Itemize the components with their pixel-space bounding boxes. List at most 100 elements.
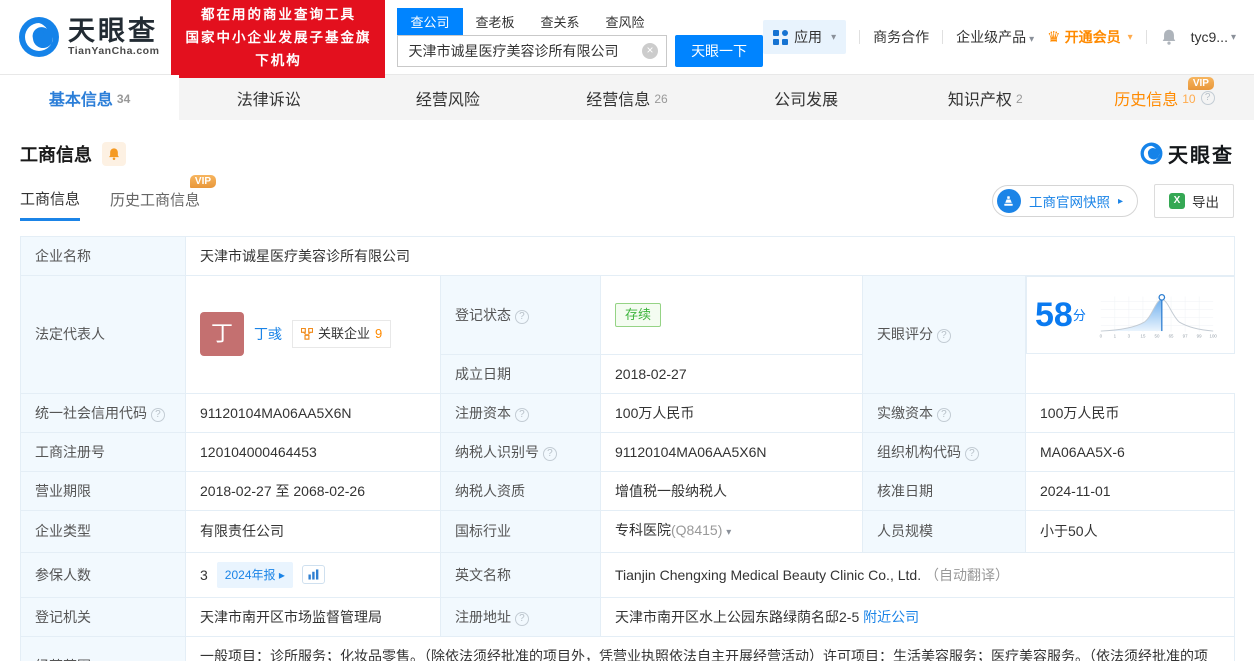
tianyancha-logo[interactable]: 天眼查 TianYanCha.com — [18, 16, 159, 58]
field-label: 纳税人资质 — [440, 470, 601, 511]
search-input[interactable] — [397, 34, 668, 67]
username: tyc9... — [1190, 29, 1228, 45]
tab-basic-info[interactable]: 基本信息 34 — [0, 75, 180, 120]
question-icon[interactable]: ? — [514, 309, 529, 324]
user-account-menu[interactable]: tyc9... ▾ — [1191, 29, 1236, 45]
arrow-right-icon: ▸ — [278, 567, 285, 582]
section-title: 工商信息 — [20, 144, 92, 165]
svg-text:100: 100 — [1209, 333, 1217, 338]
subtab-history-business-info[interactable]: VIP 历史工商信息 — [110, 175, 217, 219]
svg-text:1: 1 — [1113, 333, 1116, 338]
open-vip-button[interactable]: ♛ 开通会员 ▾ — [1047, 27, 1132, 47]
question-icon[interactable]: ? — [1200, 90, 1215, 105]
official-snapshot-button[interactable]: 工商官网快照 ▸ — [991, 185, 1138, 217]
nav-enterprise[interactable]: 企业级产品 ▾ — [956, 27, 1034, 47]
search-button[interactable]: 天眼一下 — [675, 34, 764, 67]
main-content: 工商信息 天眼查 工商信息 VIP 历史工商信息 工商官网快照 ▸ X 导出 企… — [0, 139, 1254, 661]
reg-capital-value: 100万人民币 — [600, 392, 863, 433]
chevron-down-icon[interactable]: ▾ — [726, 527, 731, 538]
chevron-down-icon: ▾ — [1127, 31, 1133, 43]
divider — [942, 30, 944, 44]
field-label: 注册地址 ? — [440, 596, 601, 637]
nav-cooperation[interactable]: 商务合作 — [873, 27, 929, 47]
vip-badge: VIP — [189, 175, 217, 188]
svg-text:65: 65 — [1168, 333, 1173, 338]
business-term-value: 2018-02-27 至 2068-02-26 — [185, 470, 441, 511]
divider — [859, 30, 861, 44]
org-code-value: MA06AA5X-6 — [1024, 431, 1236, 472]
apps-menu[interactable]: 应用 ▾ — [763, 20, 847, 54]
brand-slogan: 都在用的商业查询工具 国家中小企业发展子基金旗下机构 — [171, 0, 386, 78]
insured-count-cell: 3 2024年报 ▸ — [185, 551, 441, 598]
notification-bell-icon[interactable] — [1160, 28, 1178, 46]
field-label: 登记机关 — [20, 596, 186, 637]
field-label: 登记状态 ? — [440, 275, 601, 355]
tab-company-development[interactable]: 公司发展 — [717, 75, 896, 120]
insured-trend-button[interactable] — [301, 565, 325, 584]
search-tab-relation[interactable]: 查关系 — [528, 8, 593, 35]
bell-icon — [109, 147, 119, 160]
business-scope-value: 一般项目：诊所服务；化妆品零售。（除依法须经批准的项目外，凭营业执照依法自主开展… — [184, 635, 1236, 661]
question-icon[interactable]: ? — [514, 407, 529, 422]
field-label: 组织机构代码 ? — [862, 431, 1026, 472]
divider — [1145, 30, 1147, 44]
subscribe-bell-button[interactable] — [102, 141, 126, 166]
table-row: 法定代表人 丁 丁彧 关联企业 9 登记状态 ? 存续 天眼评分 ? 58分 0… — [20, 275, 1235, 394]
reg-status-value: 存续 — [600, 275, 863, 355]
subtab-business-info[interactable]: 工商信息 — [20, 188, 81, 221]
staff-size-value: 小于50人 — [1024, 509, 1236, 553]
stamp-icon — [996, 189, 1021, 213]
question-icon[interactable]: ? — [514, 611, 529, 626]
svg-text:15: 15 — [1140, 333, 1145, 338]
chevron-down-icon: ▾ — [1230, 31, 1236, 43]
top-header: 天眼查 TianYanCha.com 都在用的商业查询工具 国家中小企业发展子基… — [0, 0, 1254, 78]
svg-text:99: 99 — [1197, 333, 1202, 338]
taxpayer-id-value: 91120104MA06AA5X6N — [600, 431, 863, 472]
field-label: 法定代表人 — [20, 275, 186, 394]
question-icon[interactable]: ? — [936, 407, 951, 422]
annual-report-badge[interactable]: 2024年报 ▸ — [216, 561, 293, 588]
field-label: 天眼评分 ? — [862, 275, 1026, 394]
tab-operation-risk[interactable]: 经营风险 — [358, 75, 537, 120]
tab-intellectual-property[interactable]: 知识产权 2 — [896, 75, 1075, 120]
vip-badge: VIP — [1187, 77, 1214, 90]
tab-history-info[interactable]: VIP 历史信息 10 ? — [1075, 75, 1254, 120]
taxpayer-quality-value: 增值税一般纳税人 — [600, 470, 863, 511]
svg-text:97: 97 — [1182, 333, 1187, 338]
search-tab-risk[interactable]: 查风险 — [593, 8, 658, 35]
score-distribution-chart: 0 1 3 15 50 65 97 99 100 — [1099, 293, 1217, 338]
legal-rep-avatar[interactable]: 丁 — [200, 312, 244, 357]
apps-label: 应用 — [794, 29, 823, 45]
org-network-icon — [301, 328, 313, 340]
question-icon[interactable]: ? — [542, 446, 557, 461]
field-label: 经营范围 ? — [20, 635, 186, 661]
question-icon[interactable]: ? — [964, 446, 979, 461]
question-icon[interactable]: ? — [936, 329, 951, 344]
tab-legal-litigation[interactable]: 法律诉讼 — [179, 75, 358, 120]
question-icon[interactable]: ? — [150, 407, 165, 422]
score-cell: 58分 0 1 3 15 50 65 97 99 100 — [1026, 276, 1235, 354]
svg-text:50: 50 — [1154, 333, 1159, 338]
export-button[interactable]: X 导出 — [1154, 184, 1234, 218]
top-right-nav: 应用 ▾ 商务合作 企业级产品 ▾ ♛ 开通会员 ▾ tyc9... ▾ — [763, 20, 1236, 54]
table-row: 营业期限 2018-02-27 至 2068-02-26 纳税人资质 增值税一般… — [20, 470, 1236, 511]
tab-operation-info[interactable]: 经营信息 26 — [537, 75, 716, 120]
field-label: 工商注册号 — [20, 431, 186, 472]
table-row: 登记机关 天津市南开区市场监督管理局 注册地址 ? 天津市南开区水上公园东路绿荫… — [20, 596, 1236, 637]
clear-search-icon[interactable]: × — [642, 42, 659, 59]
watermark-logo: 天眼查 — [1140, 139, 1234, 168]
search-tab-company[interactable]: 查公司 — [397, 7, 463, 35]
approval-date-value: 2024-11-01 — [1024, 470, 1236, 511]
legal-rep-name-link[interactable]: 丁彧 — [254, 324, 282, 344]
related-companies-badge[interactable]: 关联企业 9 — [292, 320, 392, 349]
nearby-companies-link[interactable]: 附近公司 — [863, 609, 919, 625]
chevron-down-icon: ▾ — [1029, 34, 1035, 45]
logo-text-en: TianYanCha.com — [68, 45, 160, 57]
status-badge: 存续 — [615, 302, 662, 327]
svg-text:3: 3 — [1128, 333, 1131, 338]
search-tab-boss[interactable]: 查老板 — [463, 8, 528, 35]
table-row: 企业名称 天津市诚星医疗美容诊所有限公司 — [20, 236, 1236, 276]
table-row: 参保人数 3 2024年报 ▸ 英文名称 Tianjin Chengxing M… — [20, 551, 1236, 598]
bar-chart-icon — [308, 569, 319, 580]
industry-value: 专科医院(Q8415) ▾ — [600, 509, 863, 553]
